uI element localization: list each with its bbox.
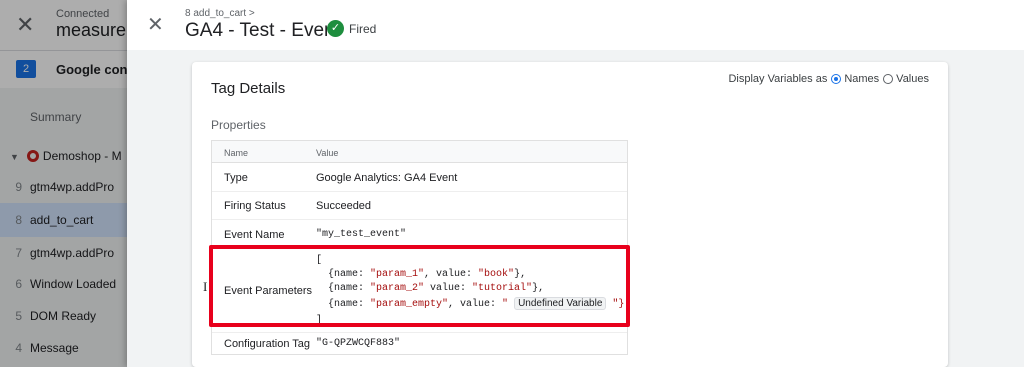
page-title: GA4 - Test - Event bbox=[185, 20, 340, 41]
check-circle-icon: ✓ bbox=[327, 20, 344, 37]
status-badge: ✓ Fired bbox=[327, 20, 376, 37]
row-value: "my_test_event" bbox=[316, 229, 407, 240]
row-value: Succeeded bbox=[316, 200, 372, 212]
properties-heading: Properties bbox=[211, 118, 266, 132]
row-name: Event Name bbox=[224, 229, 285, 241]
table-header: Name Value bbox=[212, 141, 627, 163]
table-row: Type Google Analytics: GA4 Event bbox=[212, 163, 627, 192]
column-header-value: Value bbox=[316, 148, 339, 158]
status-label: Fired bbox=[349, 21, 377, 36]
close-icon[interactable]: ✕ bbox=[147, 12, 164, 37]
row-value: "G-QPZWCQF883" bbox=[316, 338, 401, 349]
radio-names-label[interactable]: Names bbox=[844, 73, 879, 85]
text-cursor-icon: I bbox=[203, 279, 208, 294]
radio-names[interactable] bbox=[831, 74, 842, 84]
row-name: Type bbox=[224, 172, 248, 184]
table-row: Firing Status Succeeded bbox=[212, 192, 627, 220]
annotation-highlight-box bbox=[209, 245, 630, 327]
card-title: Tag Details bbox=[211, 80, 286, 97]
display-variables-toggle: Display Variables as Names Values bbox=[728, 73, 929, 85]
row-name: Configuration Tag bbox=[224, 338, 311, 350]
radio-values[interactable] bbox=[883, 74, 894, 84]
column-header-name: Name bbox=[224, 148, 249, 158]
breadcrumb[interactable]: 8 add_to_cart > bbox=[185, 8, 255, 19]
row-name: Firing Status bbox=[224, 200, 286, 212]
radio-values-label[interactable]: Values bbox=[896, 73, 929, 85]
display-variables-label: Display Variables as bbox=[728, 73, 828, 85]
table-row: Configuration Tag "G-QPZWCQF883" bbox=[212, 333, 627, 355]
row-value: Google Analytics: GA4 Event bbox=[316, 172, 458, 184]
